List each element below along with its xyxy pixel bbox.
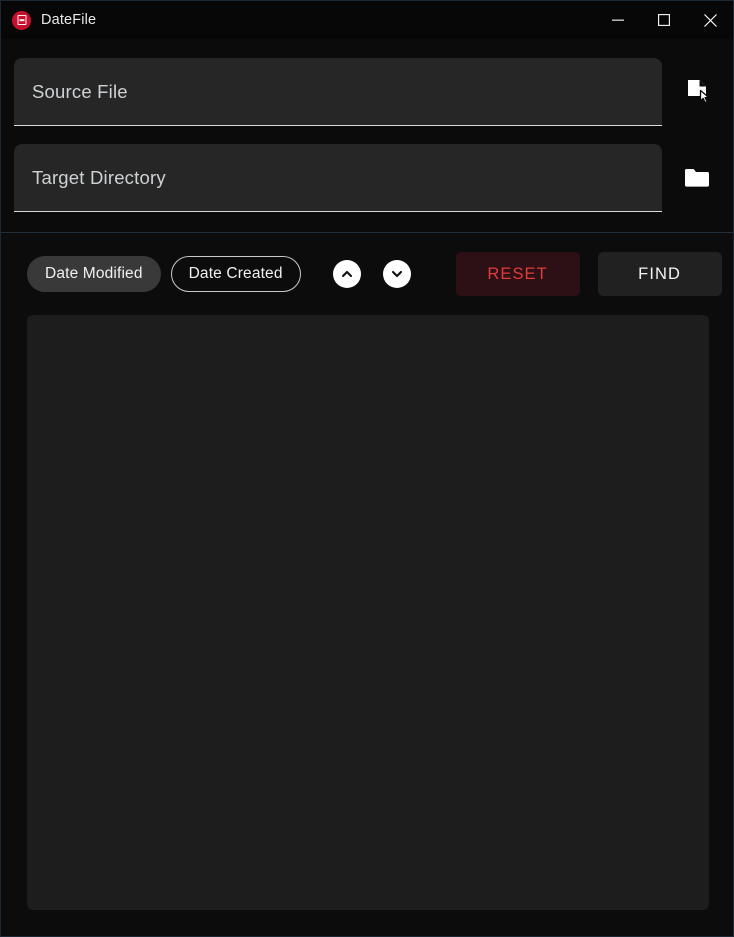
app-window: DateFile Source File Target Directory Da… — [0, 0, 734, 937]
results-area — [1, 296, 733, 936]
target-directory-row: Target Directory — [1, 144, 733, 212]
input-section: Source File Target Directory — [1, 39, 733, 233]
app-logo-icon — [12, 10, 31, 30]
close-icon — [703, 13, 718, 28]
results-empty-message — [27, 315, 709, 910]
source-file-label: Source File — [32, 80, 128, 102]
file-select-icon — [681, 76, 713, 108]
sort-ascending-button[interactable] — [332, 260, 361, 288]
sort-button-group — [332, 260, 411, 288]
target-directory-browse-button[interactable] — [672, 144, 722, 212]
title-bar: DateFile — [1, 1, 733, 39]
title-bar-left: DateFile — [1, 10, 97, 30]
close-button[interactable] — [687, 1, 733, 39]
chevron-down-icon — [389, 266, 405, 282]
minimize-button[interactable] — [595, 1, 641, 39]
target-directory-input[interactable]: Target Directory — [14, 144, 662, 212]
folder-icon — [681, 162, 713, 194]
sort-descending-button[interactable] — [382, 260, 411, 288]
source-file-browse-button[interactable] — [672, 58, 722, 126]
controls-toolbar: Date Modified Date Created RESET FIND — [1, 233, 733, 296]
window-controls — [595, 1, 733, 39]
window-title: DateFile — [41, 11, 97, 28]
source-file-row: Source File — [1, 58, 733, 126]
target-directory-label: Target Directory — [32, 166, 166, 188]
source-file-input[interactable]: Source File — [14, 58, 662, 126]
chip-date-created[interactable]: Date Created — [170, 256, 301, 292]
reset-button[interactable]: RESET — [455, 252, 580, 296]
minimize-icon — [611, 13, 625, 27]
chip-date-modified-label: Date Modified — [45, 265, 143, 282]
find-button[interactable]: FIND — [597, 252, 722, 296]
maximize-icon — [657, 13, 671, 27]
maximize-button[interactable] — [641, 1, 687, 39]
chevron-up-icon — [339, 266, 355, 282]
chip-date-modified[interactable]: Date Modified — [27, 256, 161, 292]
chip-date-created-label: Date Created — [188, 265, 283, 282]
results-panel[interactable] — [27, 315, 709, 910]
